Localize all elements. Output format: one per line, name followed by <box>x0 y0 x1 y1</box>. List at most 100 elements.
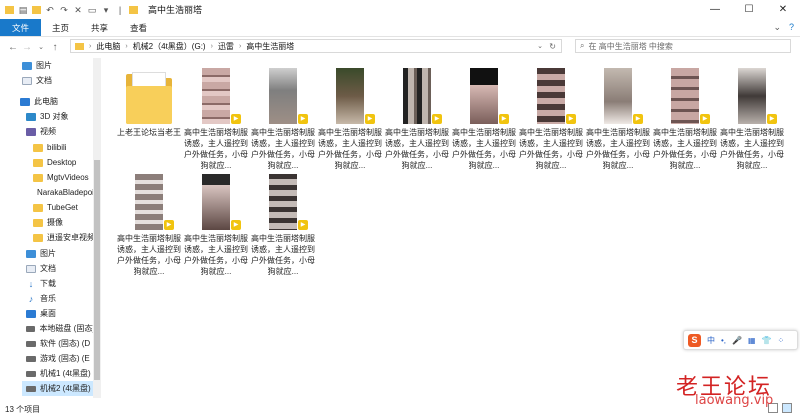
tab-view[interactable]: 查看 <box>119 19 158 36</box>
sidebar-scrollbar-thumb[interactable] <box>94 160 100 380</box>
properties-icon[interactable]: ▤ <box>18 5 28 15</box>
video-file-item[interactable]: ▶ 高中生浩丽塔制服诱惑，主人遥控到户外做任务，小母狗就应... <box>250 64 316 171</box>
video-file-item[interactable]: ▶ 高中生浩丽塔制服诱惑，主人遥控到户外做任务，小母狗就应... <box>384 64 450 171</box>
ribbon-tabs: 文件 主页 共享 查看 ⌄ ? <box>0 19 800 37</box>
folder-thumbnail <box>116 64 182 124</box>
video-file-item[interactable]: ▶ 高中生浩丽塔制服诱惑，主人遥控到户外做任务，小母狗就应... <box>250 170 316 277</box>
minimize-button[interactable]: — <box>698 0 732 19</box>
breadcrumb-xunlei[interactable]: 迅雷 <box>218 41 234 52</box>
video-thumbnail: ▶ <box>585 64 651 124</box>
sidebar-item-drive-e[interactable]: 游戏 (固态) (E <box>26 351 95 366</box>
address-bar[interactable]: › 此电脑 › 机械2（4t黑盘）(G:) › 迅雷 › 高中生浩丽塔 ⌄ ↻ <box>70 39 562 53</box>
player-badge-icon: ▶ <box>499 114 509 124</box>
video-file-item[interactable]: ▶ 高中生浩丽塔制服诱惑，主人遥控到户外做任务，小母狗就应... <box>116 170 182 277</box>
sogou-logo-icon[interactable]: S <box>688 333 701 347</box>
picture-icon <box>26 249 36 258</box>
video-thumbnail: ▶ <box>384 64 450 124</box>
file-name-label: 高中生浩丽塔制服诱惑，主人遥控到户外做任务，小母狗就应... <box>653 128 717 170</box>
sidebar-item-label: 本地磁盘 (固态) <box>39 324 95 333</box>
player-badge-icon: ▶ <box>700 114 710 124</box>
rename-icon[interactable]: ▭ <box>87 5 97 15</box>
title-bar: ▤ ↶ ↷ ✕ ▭ ▾ | 高中生浩丽塔 — ☐ ✕ <box>0 0 800 19</box>
player-badge-icon: ▶ <box>566 114 576 124</box>
sidebar-item-label: 视频 <box>40 127 56 136</box>
sidebar-item-drive-d[interactable]: 软件 (固态) (D <box>26 336 95 351</box>
folder-icon <box>33 158 43 167</box>
folder-icon <box>5 5 14 14</box>
back-icon[interactable]: ← <box>6 42 20 53</box>
desktop-icon <box>26 309 36 318</box>
refresh-icon[interactable]: ↻ <box>549 42 556 51</box>
video-file-item[interactable]: ▶ 高中生浩丽塔制服诱惑，主人遥控到户外做任务，小母狗就应... <box>719 64 785 171</box>
large-icons-view-icon[interactable] <box>782 403 792 413</box>
redo-icon[interactable]: ↷ <box>59 5 69 15</box>
file-name-label: 高中生浩丽塔制服诱惑，主人遥控到户外做任务，小母狗就应... <box>586 128 650 170</box>
new-folder-icon[interactable] <box>32 5 41 14</box>
sidebar-item-label: 游戏 (固态) (E <box>40 354 90 363</box>
video-file-item[interactable]: ▶ 高中生浩丽塔制服诱惑，主人遥控到户外做任务，小母狗就应... <box>585 64 651 171</box>
sidebar-item-drive-f[interactable]: 机械1 (4t黑盘) <box>26 366 95 381</box>
forward-icon[interactable]: → <box>20 42 34 53</box>
video-thumbnail: ▶ <box>451 64 517 124</box>
video-file-item[interactable]: ▶ 高中生浩丽塔制服诱惑，主人遥控到户外做任务，小母狗就应... <box>451 64 517 171</box>
drive-icon <box>26 325 36 332</box>
sidebar-item-label: 文档 <box>40 264 56 273</box>
search-box[interactable]: ⌕ 在 高中生浩丽塔 中搜索 <box>575 39 791 53</box>
file-name-label: 上老王论坛当老王 <box>117 128 181 137</box>
ribbon-right-controls: ⌄ ? <box>773 22 794 33</box>
file-name-label: 高中生浩丽塔制服诱惑，主人遥控到户外做任务，小母狗就应... <box>720 128 784 170</box>
video-file-item[interactable]: ▶ 高中生浩丽塔制服诱惑，主人遥控到户外做任务，小母狗就应... <box>518 64 584 171</box>
microphone-icon[interactable]: 🎤 <box>732 336 742 345</box>
breadcrumb-separator-icon: › <box>89 42 92 50</box>
undo-icon[interactable]: ↶ <box>45 5 55 15</box>
player-badge-icon: ▶ <box>298 114 308 124</box>
keyboard-icon[interactable]: ▦ <box>748 336 756 345</box>
maximize-button[interactable]: ☐ <box>732 0 766 19</box>
search-input[interactable]: 在 高中生浩丽塔 中搜索 <box>588 41 672 52</box>
up-icon[interactable]: ↑ <box>48 42 62 53</box>
sidebar-item-local-disk[interactable]: 本地磁盘 (固态) <box>26 321 95 336</box>
customize-dropdown-icon[interactable]: ▾ <box>101 5 111 15</box>
skin-icon[interactable]: 👕 <box>762 336 772 345</box>
sidebar-item-label: 图片 <box>40 249 56 258</box>
video-file-item[interactable]: ▶ 高中生浩丽塔制服诱惑，主人遥控到户外做任务，小母狗就应... <box>317 64 383 171</box>
sidebar-item-xiaoyao-videos[interactable]: 逍遥安卓视频 <box>33 230 95 245</box>
file-name-label: 高中生浩丽塔制服诱惑，主人遥控到户外做任务，小母狗就应... <box>519 128 583 170</box>
file-name-label: 高中生浩丽塔制服诱惑，主人遥控到户外做任务，小母狗就应... <box>251 234 315 276</box>
player-badge-icon: ▶ <box>298 220 308 230</box>
tab-share[interactable]: 共享 <box>80 19 119 36</box>
breadcrumb-this-pc[interactable]: 此电脑 <box>96 41 120 52</box>
video-file-item[interactable]: ▶ 高中生浩丽塔制服诱惑，主人遥控到户外做任务，小母狗就应... <box>183 64 249 171</box>
toolbox-icon[interactable]: ⁘ <box>778 336 785 345</box>
video-file-item[interactable]: ▶ 高中生浩丽塔制服诱惑，主人遥控到户外做任务，小母狗就应... <box>652 64 718 171</box>
player-badge-icon: ▶ <box>633 114 643 124</box>
file-explorer-window: ▤ ↶ ↷ ✕ ▭ ▾ | 高中生浩丽塔 — ☐ ✕ 文件 主页 共享 查看 ⌄… <box>0 0 800 419</box>
document-icon <box>22 76 32 85</box>
video-preview-image <box>202 174 230 230</box>
sidebar-item-label: 音乐 <box>40 294 56 303</box>
chinese-mode-icon[interactable]: 中 <box>707 335 715 346</box>
sidebar-item-label: 此电脑 <box>34 97 58 106</box>
file-name-label: 高中生浩丽塔制服诱惑，主人遥控到户外做任务，小母狗就应... <box>385 128 449 170</box>
expand-ribbon-icon[interactable]: ⌄ <box>773 22 781 33</box>
delete-icon[interactable]: ✕ <box>73 5 83 15</box>
breadcrumb-current-folder[interactable]: 高中生浩丽塔 <box>246 41 294 52</box>
tab-file[interactable]: 文件 <box>0 19 42 36</box>
sidebar-item-narakabladepoint[interactable]: NarakaBladepoint <box>33 185 95 200</box>
punctuation-icon[interactable]: •, <box>721 336 726 345</box>
breadcrumb-drive[interactable]: 机械2（4t黑盘）(G:) <box>133 41 206 52</box>
separator-icon: | <box>118 4 122 15</box>
address-dropdown-icon[interactable]: ⌄ <box>537 42 543 50</box>
video-preview-image <box>336 68 364 124</box>
recent-dropdown-icon[interactable]: ⌄ <box>34 43 48 51</box>
sidebar-item-label: 机械1 (4t黑盘) <box>40 369 91 378</box>
folder-item[interactable]: 上老王论坛当老王 <box>116 64 182 138</box>
tab-home[interactable]: 主页 <box>41 19 80 36</box>
sidebar-item-label: 机械2 (4t黑盘) <box>40 384 91 393</box>
help-icon[interactable]: ? <box>789 22 794 33</box>
video-file-item[interactable]: ▶ 高中生浩丽塔制服诱惑，主人遥控到户外做任务，小母狗就应... <box>183 170 249 277</box>
sidebar-item-label: 摄像 <box>47 218 63 227</box>
sidebar-item-drive-g[interactable]: 机械2 (4t黑盘) <box>22 381 99 396</box>
close-button[interactable]: ✕ <box>766 0 800 19</box>
video-thumbnail: ▶ <box>183 170 249 230</box>
